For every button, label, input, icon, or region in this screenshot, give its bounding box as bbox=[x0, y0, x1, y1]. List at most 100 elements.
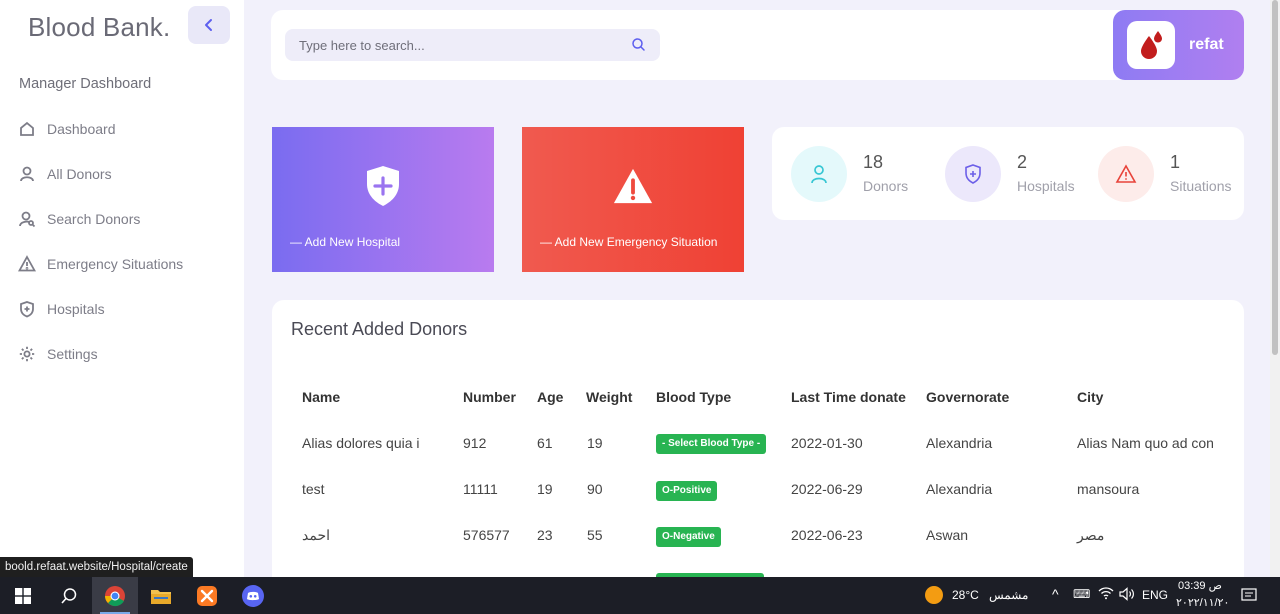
blood-drop-logo-icon bbox=[1127, 21, 1175, 69]
sidebar-item-emergency-situations[interactable]: Emergency Situations bbox=[18, 252, 183, 276]
cell-number: 11111 bbox=[463, 481, 498, 497]
warning-icon bbox=[1098, 146, 1154, 202]
add-hospital-label: — Add New Hospital bbox=[290, 235, 401, 249]
hospitals-count: 2 bbox=[1017, 152, 1028, 172]
file-explorer-icon[interactable] bbox=[138, 577, 184, 614]
search-box bbox=[285, 29, 660, 61]
shield-plus-icon bbox=[362, 163, 404, 209]
column-header: Age bbox=[537, 389, 564, 405]
cell-name: احمد bbox=[302, 527, 330, 543]
donors-label: Donors bbox=[863, 178, 909, 194]
hospitals-label: Hospitals bbox=[1017, 178, 1075, 194]
column-header: City bbox=[1077, 389, 1104, 405]
cell-name: test bbox=[302, 481, 325, 497]
sidebar-item-all-donors[interactable]: All Donors bbox=[18, 162, 112, 186]
warning-icon bbox=[18, 255, 36, 273]
search-input[interactable] bbox=[299, 37, 619, 53]
column-header: Blood Type bbox=[656, 389, 732, 405]
sidebar-item-label: Emergency Situations bbox=[47, 256, 184, 272]
user-icon bbox=[791, 146, 847, 202]
cell-weight: 55 bbox=[587, 527, 603, 543]
cell-governorate: Alexandria bbox=[926, 435, 993, 451]
donors-count: 18 bbox=[863, 152, 884, 172]
column-header: Weight bbox=[586, 389, 633, 405]
warning-icon bbox=[612, 163, 654, 209]
column-header: Number bbox=[463, 389, 516, 405]
sidebar-item-label: All Donors bbox=[47, 166, 112, 182]
cell-age: 23 bbox=[537, 527, 553, 543]
taskbar: 28°C مشمس ^ ⌨ ENG 03:39 ص ٢٠٢٢/١١/٢٠ bbox=[0, 577, 1280, 614]
section-label: Manager Dashboard bbox=[19, 76, 152, 92]
cell-city: Alias Nam quo ad con bbox=[1077, 435, 1214, 451]
cell-city: مصر bbox=[1077, 527, 1105, 543]
chrome-icon[interactable] bbox=[92, 577, 138, 614]
page-scrollbar[interactable] bbox=[1270, 0, 1280, 577]
sidebar-item-dashboard[interactable]: Dashboard bbox=[18, 117, 116, 141]
search-icon[interactable] bbox=[46, 577, 92, 614]
keyboard-icon[interactable]: ⌨ bbox=[1073, 587, 1090, 601]
blood-type-badge: O-Negative bbox=[656, 527, 721, 547]
cell-name: Alias dolores quia i bbox=[302, 435, 420, 451]
situations-label: Situations bbox=[1170, 178, 1232, 194]
column-header: Name bbox=[302, 389, 341, 405]
table-title: Recent Added Donors bbox=[291, 319, 468, 339]
windows-start-icon[interactable] bbox=[0, 577, 46, 614]
cell-age: 19 bbox=[537, 481, 553, 497]
sun-weather-icon[interactable] bbox=[925, 586, 943, 604]
cell-last-donate: 2022-01-30 bbox=[791, 435, 863, 451]
sidebar: Blood Bank. Manager Dashboard Dashboard … bbox=[0, 0, 244, 577]
cell-last-donate: 2022-06-29 bbox=[791, 481, 863, 497]
cell-age: 61 bbox=[537, 435, 553, 451]
cell-number: 576577 bbox=[463, 527, 510, 543]
chevron-up-icon[interactable]: ^ bbox=[1052, 586, 1059, 602]
sidebar-item-label: Settings bbox=[47, 346, 98, 362]
discord-icon[interactable] bbox=[230, 577, 276, 614]
cell-governorate: Alexandria bbox=[926, 481, 993, 497]
wifi-icon[interactable] bbox=[1098, 586, 1114, 603]
add-emergency-label: — Add New Emergency Situation bbox=[540, 235, 718, 249]
gear-icon bbox=[18, 345, 36, 363]
notifications-icon[interactable] bbox=[1241, 587, 1257, 606]
chevron-left-icon bbox=[205, 19, 212, 31]
shield-plus-icon bbox=[945, 146, 1001, 202]
search-icon[interactable] bbox=[631, 37, 646, 52]
sidebar-item-label: Search Donors bbox=[47, 211, 141, 227]
link-status-bar: boold.refaat.website/Hospital/create bbox=[0, 557, 193, 577]
add-hospital-card[interactable]: — Add New Hospital bbox=[272, 127, 494, 272]
situations-count: 1 bbox=[1170, 152, 1181, 172]
collapse-sidebar-button[interactable] bbox=[188, 6, 230, 44]
sidebar-item-search-donors[interactable]: Search Donors bbox=[18, 207, 140, 231]
shield-plus-icon bbox=[18, 300, 36, 318]
language-indicator[interactable]: ENG bbox=[1142, 588, 1168, 602]
home-icon bbox=[18, 120, 36, 138]
weather-label: مشمس bbox=[989, 588, 1029, 602]
sidebar-item-label: Hospitals bbox=[47, 301, 105, 317]
recent-donors-card: Recent Added Donors Name Number Age Weig… bbox=[272, 300, 1244, 590]
clock-date[interactable]: ٢٠٢٢/١١/٢٠ bbox=[1176, 596, 1229, 609]
sidebar-item-label: Dashboard bbox=[47, 121, 116, 137]
cell-governorate: Aswan bbox=[926, 527, 969, 543]
weather-temp: 28°C bbox=[952, 588, 979, 602]
sidebar-item-settings[interactable]: Settings bbox=[18, 342, 98, 366]
clock-time[interactable]: 03:39 ص bbox=[1178, 579, 1222, 592]
cell-number: 912 bbox=[463, 435, 487, 451]
cell-weight: 90 bbox=[587, 481, 603, 497]
blood-type-badge: O-Positive bbox=[656, 481, 718, 501]
top-bar bbox=[271, 10, 1244, 80]
scrollbar-thumb[interactable] bbox=[1272, 0, 1278, 355]
stats-panel: 18 Donors 2 Hospitals 1 Situations bbox=[772, 127, 1244, 220]
xampp-icon[interactable] bbox=[184, 577, 230, 614]
cell-last-donate: 2022-06-23 bbox=[791, 527, 863, 543]
add-emergency-card[interactable]: — Add New Emergency Situation bbox=[522, 127, 744, 272]
cell-city: mansoura bbox=[1077, 481, 1140, 497]
username: refat bbox=[1189, 36, 1224, 53]
speaker-icon[interactable] bbox=[1119, 587, 1135, 604]
cell-weight: 19 bbox=[587, 435, 603, 451]
user-search-icon bbox=[18, 210, 36, 228]
user-icon bbox=[18, 165, 36, 183]
column-header: Last Time donate bbox=[791, 389, 906, 405]
sidebar-item-hospitals[interactable]: Hospitals bbox=[18, 297, 105, 321]
brand-title: Blood Bank. bbox=[28, 12, 171, 42]
column-header: Governorate bbox=[926, 389, 1010, 405]
user-profile[interactable]: refat bbox=[1113, 10, 1244, 80]
